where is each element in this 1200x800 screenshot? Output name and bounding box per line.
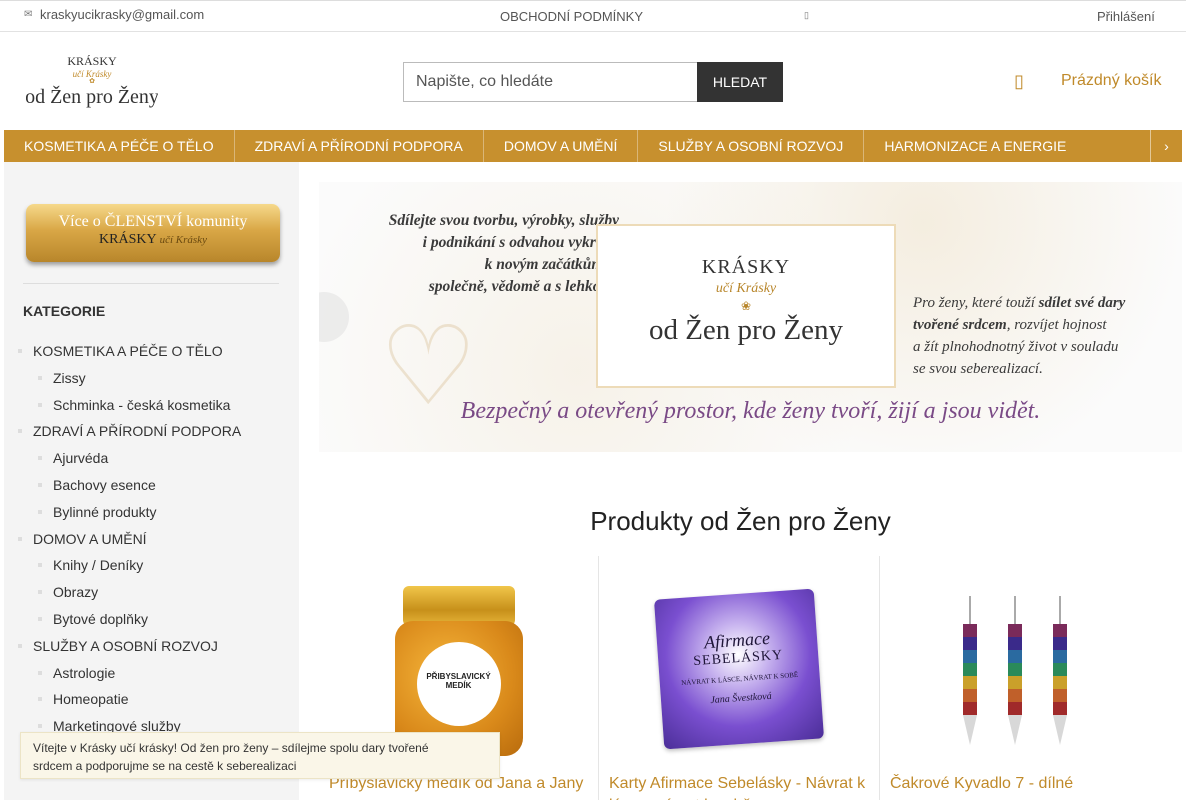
subcategory-item[interactable]: Bytové doplňky bbox=[4, 606, 299, 633]
search-input[interactable] bbox=[403, 62, 697, 102]
bullet-icon bbox=[18, 349, 22, 353]
bullet-icon bbox=[38, 456, 42, 461]
subcategory-item[interactable]: Obrazy bbox=[4, 579, 299, 606]
nav-item-health[interactable]: ZDRAVÍ A PŘÍRODNÍ PODPORA bbox=[235, 130, 484, 162]
membership-button-sub: učí Krásky bbox=[159, 234, 207, 246]
bullet-icon bbox=[18, 643, 22, 648]
nav-item-services[interactable]: SLUŽBY A OSOBNÍ ROZVOJ bbox=[638, 130, 865, 162]
jar-label: PŘIBYSLAVICKÝ MEDÍK bbox=[416, 642, 501, 726]
bullet-icon bbox=[38, 509, 42, 514]
category-label: Bachovy esence bbox=[53, 476, 156, 493]
product-name[interactable]: Karty Afirmace Sebelásky - Návrat k lásc… bbox=[609, 773, 871, 800]
membership-button-line2: KRÁSKY bbox=[99, 232, 157, 247]
category-label: KOSMETIKA A PÉČE O TĚLO bbox=[33, 343, 223, 359]
product-image-pendulum[interactable] bbox=[923, 566, 1119, 762]
bullet-icon bbox=[38, 590, 42, 595]
nav-item-cosmetics[interactable]: KOSMETIKA A PÉČE O TĚLO bbox=[4, 130, 235, 162]
site-logo[interactable]: KRÁSKY učí Krásky ✿ od Žen pro Ženy bbox=[25, 53, 159, 109]
subcategory-item[interactable]: Homeopatie bbox=[4, 686, 299, 713]
category-item[interactable]: ZDRAVÍ A PŘÍRODNÍ PODPORA bbox=[4, 418, 299, 445]
category-label: Ajurvéda bbox=[53, 450, 109, 467]
envelope-icon: ✉ bbox=[24, 8, 33, 20]
subcategory-item[interactable]: Ajurvéda bbox=[4, 445, 299, 472]
top-bar: ✉ kraskyucikrasky@gmail.com OBCHODNÍ POD… bbox=[0, 0, 1186, 32]
subcategory-item[interactable]: Knihy / Deníky bbox=[4, 552, 299, 579]
search-button[interactable]: HLEDAT bbox=[697, 62, 783, 102]
cart-label: Prázdný košík bbox=[1061, 72, 1162, 89]
subcategory-item[interactable]: Schminka - česká kosmetika bbox=[4, 392, 299, 419]
product-card[interactable]: Afirmace SEBELÁSKY NÁVRAT K LÁSCE, NÁVRA… bbox=[599, 556, 880, 800]
bullet-icon bbox=[18, 429, 22, 434]
category-label: ZDRAVÍ A PŘÍRODNÍ PODPORA bbox=[33, 423, 242, 440]
banner-left-text: Sdílejte svou tvorbu, výrobky, služby i … bbox=[388, 212, 619, 295]
bullet-icon bbox=[38, 402, 42, 407]
svg-text:✿: ✿ bbox=[89, 78, 95, 85]
category-label: DOMOV A UMĚNÍ bbox=[33, 530, 147, 547]
banner-tagline: Bezpečný a otevřený prostor, kde ženy tv… bbox=[460, 398, 1041, 424]
category-item[interactable]: KOSMETIKA A PÉČE O TĚLO bbox=[4, 338, 299, 365]
login-link[interactable]: Přihlášení bbox=[1097, 9, 1155, 24]
bullet-icon bbox=[38, 616, 42, 621]
bullet-icon bbox=[38, 670, 42, 675]
chevron-right-icon[interactable]: › bbox=[1150, 130, 1182, 162]
pendulum bbox=[1053, 596, 1067, 745]
bullet-icon bbox=[38, 563, 42, 568]
nav-item-harmony[interactable]: HARMONIZACE A ENERGIE bbox=[864, 130, 1086, 162]
toggle-icon[interactable]: ▯ bbox=[804, 10, 810, 22]
nav-item-home-art[interactable]: DOMOV A UMĚNÍ bbox=[484, 130, 639, 162]
bullet-icon bbox=[38, 724, 42, 729]
subcategory-item[interactable]: Astrologie bbox=[4, 660, 299, 687]
category-label: Bytové doplňky bbox=[53, 610, 148, 627]
cart[interactable]: ▯ Prázdný košík bbox=[1014, 70, 1161, 92]
banner-right-text: Pro ženy, které touží sdílet své dary tv… bbox=[913, 295, 1126, 377]
bullet-icon bbox=[38, 482, 42, 487]
category-label: SLUŽBY A OSOBNÍ ROZVOJ bbox=[33, 637, 218, 654]
search-form: HLEDAT bbox=[403, 62, 783, 102]
shopping-bag-icon: ▯ bbox=[1014, 71, 1024, 91]
category-label: Homeopatie bbox=[53, 691, 129, 708]
membership-button-line1: Více o ČLENSTVÍ komunity bbox=[58, 213, 248, 230]
hero-banner[interactable]: ♡ Sdílejte svou tvorbu, výrobky, služby … bbox=[319, 182, 1182, 452]
subcategory-item[interactable]: Bylinné produkty bbox=[4, 499, 299, 526]
terms-link[interactable]: OBCHODNÍ PODMÍNKY bbox=[500, 9, 643, 24]
subcategory-item[interactable]: Bachovy esence bbox=[4, 472, 299, 499]
logo-line-3: od Žen pro Ženy bbox=[26, 85, 158, 108]
banner-logo-box: KRÁSKY učí Krásky ❀ od Žen pro Ženy bbox=[596, 224, 896, 388]
product-card[interactable]: Čakrové Kyvadlo 7 - dílné bbox=[880, 556, 1162, 800]
pendulum bbox=[1008, 596, 1022, 745]
contact-email-text: kraskyucikrasky@gmail.com bbox=[40, 7, 205, 22]
subcategory-item[interactable]: Zissy bbox=[4, 365, 299, 392]
category-label: Bylinné produkty bbox=[53, 503, 157, 520]
categories-title: KATEGORIE bbox=[23, 303, 106, 319]
logo-line-1: KRÁSKY bbox=[67, 54, 117, 68]
welcome-text: Vítejte v Krásky učí krásky! Od žen pro … bbox=[33, 741, 429, 773]
category-label: Astrologie bbox=[53, 664, 116, 681]
category-label: Zissy bbox=[53, 369, 86, 386]
main-nav: KOSMETIKA A PÉČE O TĚLO ZDRAVÍ A PŘÍRODN… bbox=[4, 130, 1182, 162]
bullet-icon bbox=[38, 375, 42, 380]
bullet-icon bbox=[18, 536, 22, 541]
category-item[interactable]: SLUŽBY A OSOBNÍ ROZVOJ bbox=[4, 633, 299, 660]
contact-email[interactable]: ✉ kraskyucikrasky@gmail.com bbox=[24, 7, 204, 22]
category-label: Schminka - česká kosmetika bbox=[53, 396, 231, 413]
category-list: KOSMETIKA A PÉČE O TĚLO Zissy Schminka - č… bbox=[4, 338, 299, 767]
membership-button[interactable]: Více o ČLENSTVÍ komunity KRÁSKY učí Krás… bbox=[26, 204, 280, 262]
product-name[interactable]: Čakrové Kyvadlo 7 - dílné bbox=[890, 773, 1152, 795]
sidebar: Více o ČLENSTVÍ komunity KRÁSKY učí Krás… bbox=[4, 162, 299, 800]
bullet-icon bbox=[38, 697, 42, 702]
divider bbox=[23, 283, 279, 284]
welcome-notice: Vítejte v Krásky učí krásky! Od žen pro … bbox=[20, 732, 500, 779]
pendulum bbox=[963, 596, 977, 745]
category-label: Knihy / Deníky bbox=[53, 557, 144, 574]
category-label: Obrazy bbox=[53, 584, 99, 601]
products-title: Produkty od Žen pro Ženy bbox=[590, 506, 891, 536]
category-item[interactable]: DOMOV A UMĚNÍ bbox=[4, 526, 299, 553]
product-image-cards[interactable]: Afirmace SEBELÁSKY NÁVRAT K LÁSCE, NÁVRA… bbox=[641, 566, 837, 762]
